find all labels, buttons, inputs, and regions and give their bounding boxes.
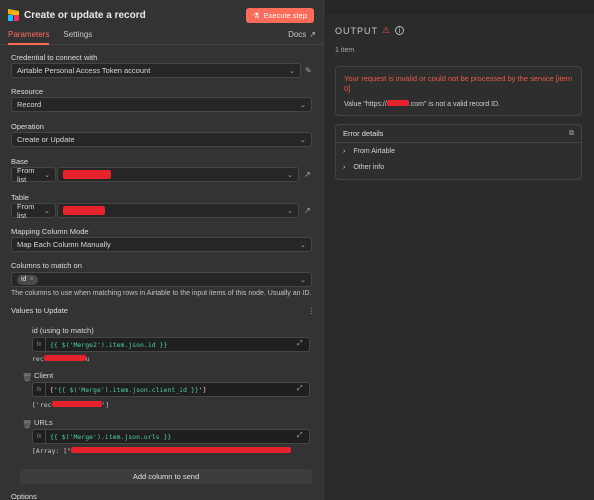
more-options-icon[interactable]: ⋮ [308, 306, 316, 315]
table-mode-select[interactable]: From list ⌄ [11, 202, 56, 220]
delete-row-icon[interactable]: 🗑 [22, 373, 32, 382]
redacted-url [386, 100, 409, 106]
node-title: Create or update a record [24, 9, 146, 21]
expression-result: rec u [32, 355, 90, 363]
chevron-right-icon: › [343, 163, 346, 171]
details-item-from-airtable[interactable]: › From Airtable [336, 143, 581, 159]
match-label: Columns to match on [11, 261, 82, 270]
copy-icon[interactable]: ⧉ [569, 130, 574, 138]
delete-row-icon[interactable]: 🗑 [22, 420, 32, 429]
redacted-base [63, 170, 111, 179]
external-link-icon: ↗ [309, 30, 316, 39]
value-row-label: URLs [34, 418, 53, 427]
credential-select[interactable]: Airtable Personal Access Token account ⌄ [11, 63, 301, 78]
credential-label: Credential to connect with [11, 53, 98, 62]
redacted-value [43, 355, 86, 361]
details-item-other-info[interactable]: › Other info [336, 159, 581, 175]
execute-step-button[interactable]: ⚗ Execute step [245, 7, 314, 23]
chevron-down-icon: ⌄ [44, 207, 50, 215]
error-description: Value "https://.com" is not a valid reco… [344, 100, 501, 108]
fx-icon: fx [33, 430, 46, 443]
operation-label: Operation [11, 122, 44, 131]
mapping-select[interactable]: Map Each Column Manually ⌄ [11, 237, 312, 252]
match-chip[interactable]: id × [17, 274, 38, 285]
resource-label: Resource [11, 87, 44, 96]
chevron-down-icon: ⌄ [300, 136, 306, 144]
match-hint: The columns to use when matching rows in… [11, 290, 312, 297]
base-mode-select[interactable]: From list ⌄ [11, 166, 56, 184]
node-header: Create or update a record ⚗ Execute step [0, 0, 324, 30]
flask-icon: ⚗ [252, 10, 260, 20]
output-header: OUTPUT ⚠ i [335, 25, 405, 36]
warning-icon: ⚠ [382, 25, 392, 35]
redacted-value [51, 401, 102, 407]
chevron-down-icon: ⌄ [287, 171, 293, 179]
match-select[interactable]: id × ⌄ [11, 272, 312, 287]
edit-pencil-icon[interactable]: ✎ [305, 66, 314, 75]
expression-result: [Array: [" [32, 447, 292, 455]
expression-input[interactable]: fx {{ $('Merge2').item.json.id }} ⤢ [32, 337, 310, 352]
expression-input[interactable]: fx {{ $('Merge').item.json.urls }} ⤢ [32, 429, 310, 444]
expand-icon[interactable]: ⤢ [297, 340, 306, 349]
tab-bar: Parameters Settings Docs ↗ [0, 30, 324, 45]
chevron-down-icon: ⌄ [300, 241, 306, 249]
expression-input[interactable]: fx ['{{ $('Merge').item.json.client_id }… [32, 382, 310, 397]
error-details: Error details ⧉ › From Airtable › Other … [335, 124, 582, 180]
chevron-down-icon: ⌄ [289, 67, 295, 75]
mapping-label: Mapping Column Mode [11, 227, 89, 236]
operation-select[interactable]: Create or Update ⌄ [11, 132, 312, 147]
chevron-down-icon: ⌄ [300, 276, 306, 284]
options-label: Options [11, 492, 37, 500]
values-header: Values to Update ⋮ [11, 306, 315, 315]
redacted-value [71, 447, 292, 453]
fx-icon: fx [33, 338, 46, 351]
external-link-icon[interactable]: ↗ [304, 170, 313, 179]
fx-icon: fx [33, 383, 46, 396]
remove-chip-icon[interactable]: × [29, 276, 33, 283]
expand-icon[interactable]: ⤢ [297, 432, 306, 441]
error-message: Your request is invalid or could not be … [344, 74, 573, 93]
redacted-table [63, 206, 105, 215]
add-column-button[interactable]: Add column to send [20, 469, 312, 484]
tab-settings[interactable]: Settings [63, 30, 92, 45]
chevron-down-icon: ⌄ [300, 101, 306, 109]
expression-result: ['rec '] [32, 401, 110, 409]
base-value-select[interactable]: ⌄ [57, 167, 299, 182]
airtable-logo-icon [8, 8, 19, 21]
error-details-header: Error details ⧉ [336, 125, 581, 143]
value-row-label: Client [34, 371, 54, 380]
chevron-right-icon: › [343, 147, 346, 155]
value-row-label: id (using to match) [32, 326, 94, 335]
error-box: Your request is invalid or could not be … [335, 66, 582, 116]
canvas-strip [325, 0, 594, 14]
tab-parameters[interactable]: Parameters [8, 30, 50, 45]
output-item-count: 1 item [335, 47, 355, 54]
info-icon[interactable]: i [395, 26, 405, 35]
resource-select[interactable]: Record ⌄ [11, 97, 312, 112]
table-value-select[interactable]: ⌄ [57, 203, 299, 218]
expand-icon[interactable]: ⤢ [297, 385, 306, 394]
chevron-down-icon: ⌄ [44, 171, 50, 179]
chevron-down-icon: ⌄ [287, 207, 293, 215]
external-link-icon[interactable]: ↗ [304, 206, 313, 215]
docs-link[interactable]: Docs ↗ [288, 30, 316, 39]
